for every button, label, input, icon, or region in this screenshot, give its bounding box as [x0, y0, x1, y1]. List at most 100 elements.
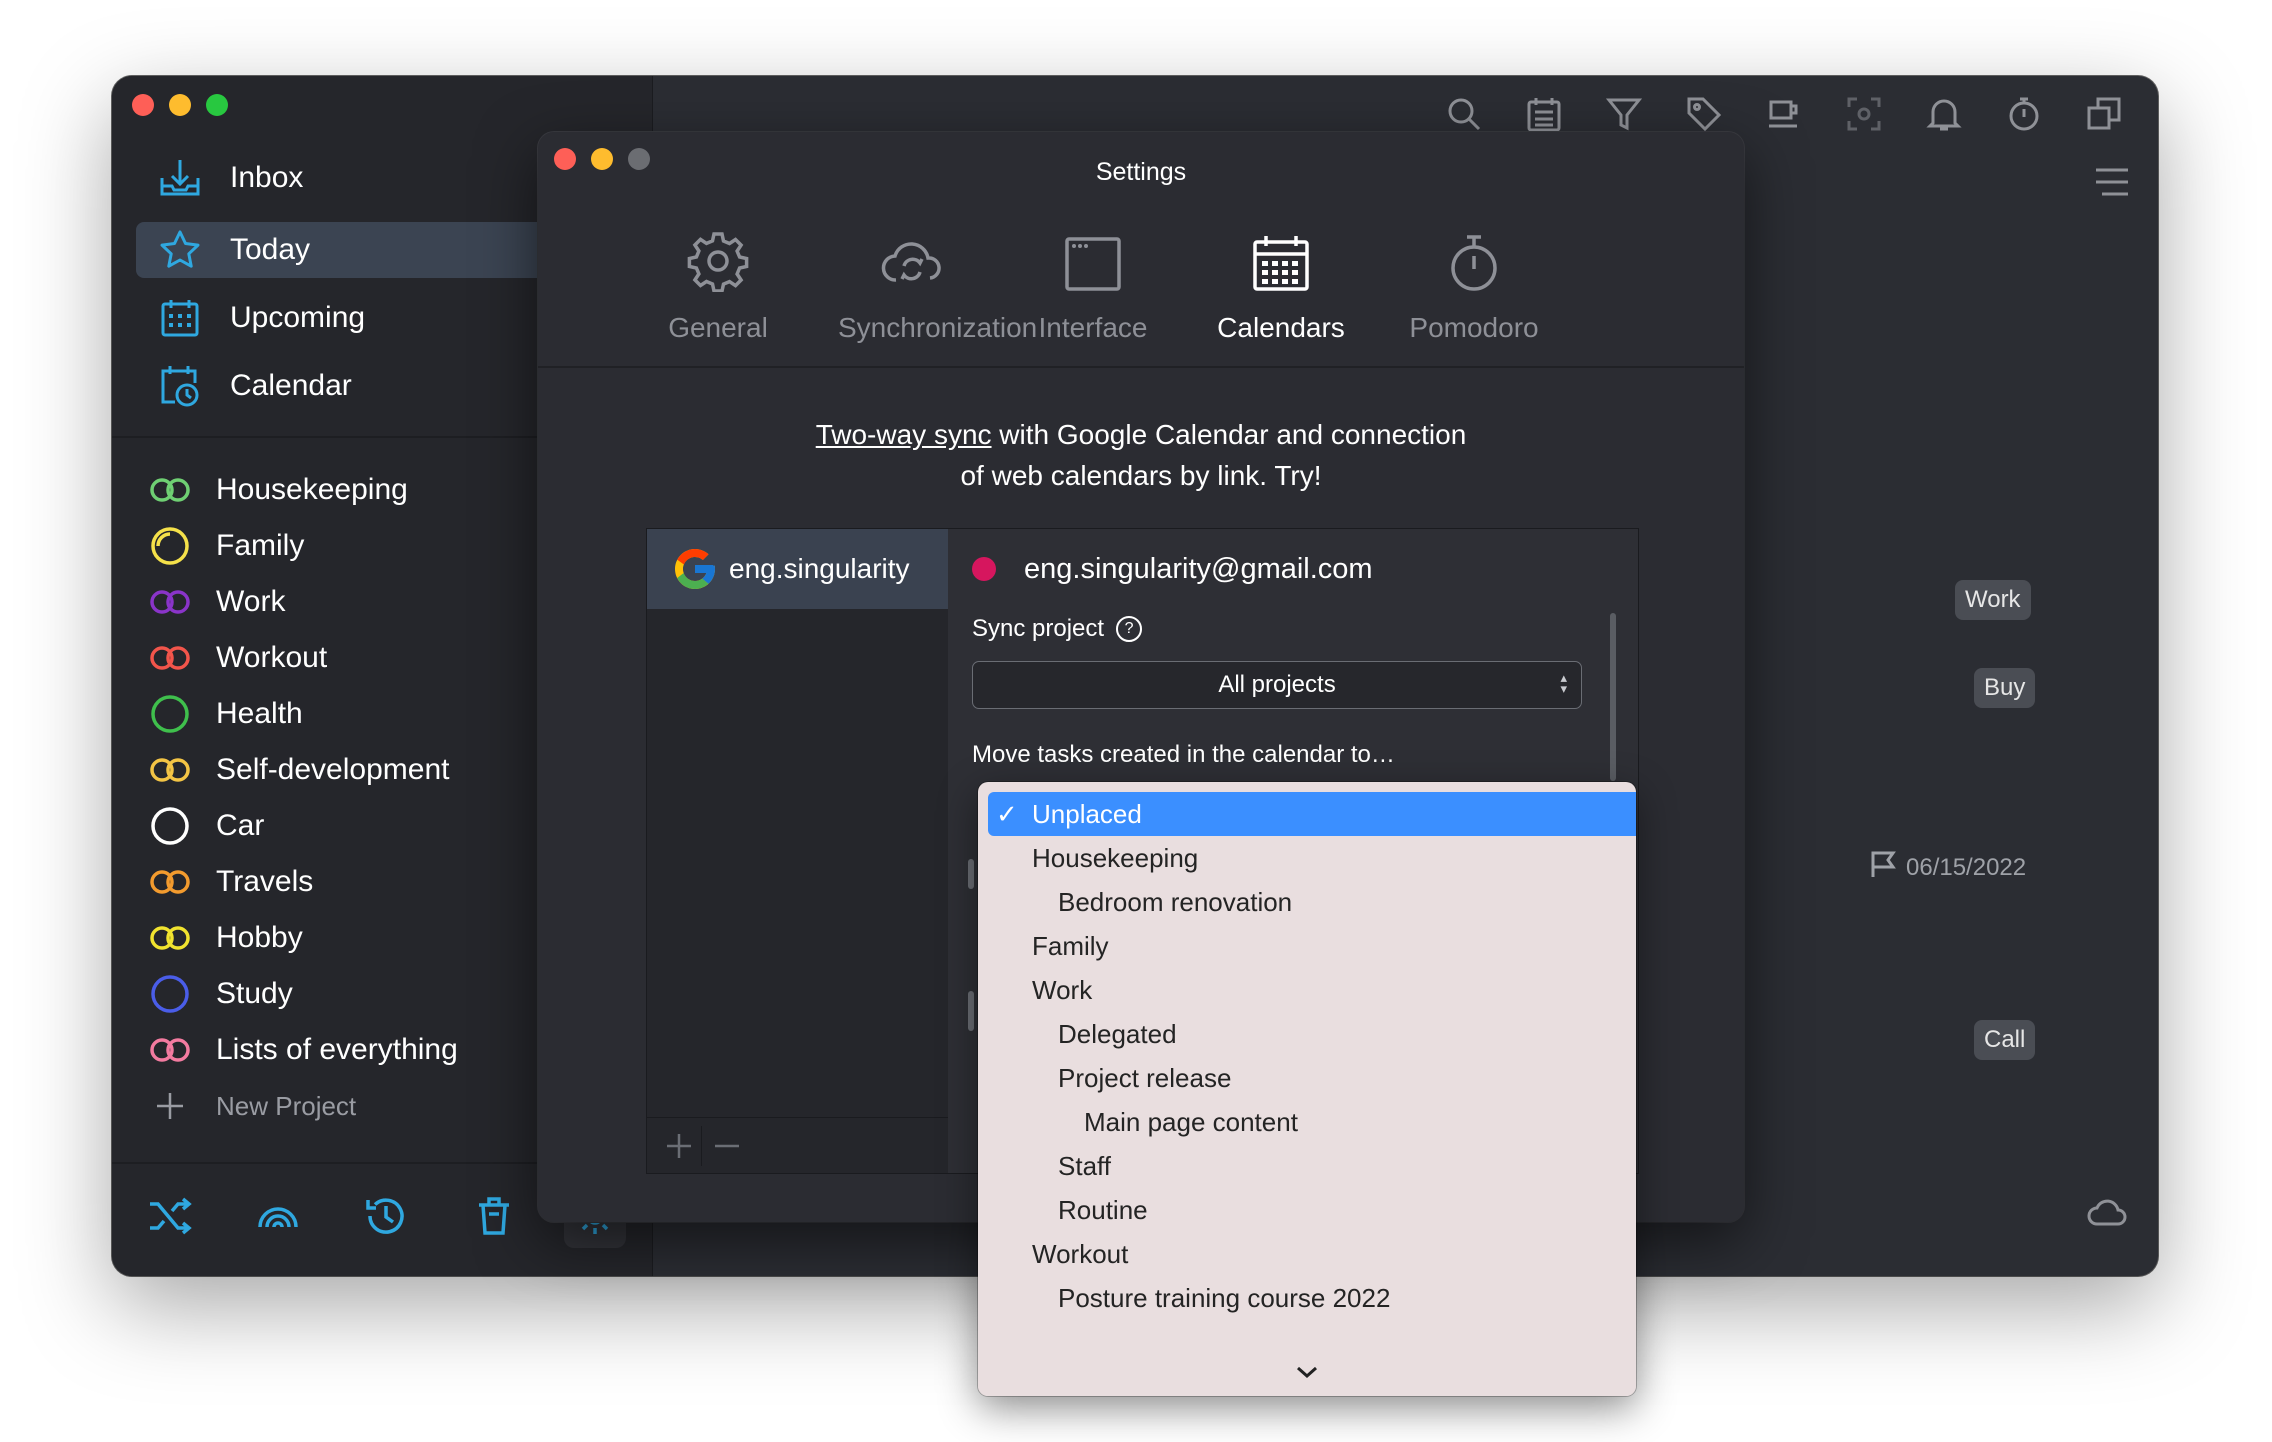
tab-synchronization[interactable]: Synchronization — [838, 212, 1038, 344]
settings-title: Settings — [1095, 158, 1187, 186]
project-workout[interactable]: Workout — [148, 634, 327, 682]
option-label: Housekeeping — [1032, 842, 1199, 873]
due-date: 06/15/2022 — [1870, 850, 2026, 885]
tab-calendars[interactable]: Calendars — [1206, 212, 1356, 344]
calendar-grid-icon — [158, 296, 202, 340]
project-health[interactable]: Health — [148, 690, 303, 738]
add-account-button[interactable] — [657, 1132, 701, 1160]
linked-rings-icon — [148, 468, 192, 512]
project-label: Work — [216, 585, 286, 618]
project-travels[interactable]: Travels — [148, 858, 313, 906]
dropdown-option[interactable]: Workout — [988, 1232, 1636, 1276]
star-icon — [158, 228, 202, 272]
cloud-icon[interactable] — [2086, 1190, 2130, 1234]
zoom-window-button[interactable] — [206, 94, 228, 116]
menu-icon[interactable] — [2090, 160, 2134, 204]
minimize-window-button[interactable] — [169, 94, 191, 116]
project-housekeeping[interactable]: Housekeeping — [148, 466, 408, 514]
divider — [538, 366, 1744, 368]
dropdown-option-unplaced[interactable]: ✓ Unplaced — [988, 792, 1636, 836]
tag-icon[interactable] — [1682, 92, 1726, 136]
project-study[interactable]: Study — [148, 970, 293, 1018]
hidden-control-edge — [968, 859, 974, 889]
tab-label: Synchronization — [838, 312, 1038, 343]
account-item[interactable]: eng.singularity — [647, 529, 949, 609]
dropdown-option[interactable]: Staff — [988, 1144, 1636, 1188]
search-icon[interactable] — [1442, 92, 1486, 136]
project-label: Hobby — [216, 921, 303, 954]
google-icon — [671, 545, 719, 593]
tab-label: General — [668, 312, 768, 343]
project-lists-of-everything[interactable]: Lists of everything — [148, 1026, 458, 1074]
checkmark-icon: ✓ — [996, 798, 1018, 829]
account-color-dot — [972, 557, 996, 581]
tab-general[interactable]: General — [648, 212, 788, 344]
dropdown-option[interactable]: Work — [988, 968, 1636, 1012]
stopwatch-icon[interactable] — [2002, 92, 2046, 136]
move-tasks-dropdown[interactable]: ✓ Unplaced Housekeeping Bedroom renovati… — [978, 782, 1636, 1396]
due-date-text: 06/15/2022 — [1906, 853, 2027, 881]
window-icon — [1023, 212, 1163, 292]
close-window-button[interactable] — [132, 94, 154, 116]
new-project-label: New Project — [216, 1090, 357, 1121]
duplicate-window-icon[interactable] — [2082, 92, 2126, 136]
project-label: Health — [216, 697, 303, 730]
option-label: Unplaced — [1032, 798, 1142, 829]
project-label: Car — [216, 809, 265, 842]
account-email-row: eng.singularity@gmail.com — [972, 541, 1373, 597]
gear-icon — [648, 212, 788, 292]
project-label: Travels — [216, 865, 314, 898]
dropdown-option[interactable]: Family — [988, 924, 1636, 968]
account-list-footer — [647, 1117, 949, 1174]
remove-account-button[interactable] — [702, 1132, 752, 1160]
circle-icon — [148, 692, 192, 736]
option-label: Bedroom renovation — [1058, 886, 1293, 917]
tab-pomodoro[interactable]: Pomodoro — [1404, 212, 1544, 344]
project-self-development[interactable]: Self-development — [148, 746, 449, 794]
project-family[interactable]: Family — [148, 522, 304, 570]
shuffle-icon[interactable] — [144, 1190, 196, 1242]
coffee-cup-icon[interactable] — [1762, 92, 1806, 136]
account-name: eng.singularity — [729, 553, 910, 584]
new-project-button[interactable]: New Project — [148, 1082, 356, 1130]
tag-work[interactable]: Work — [1955, 580, 2031, 620]
chevron-down-icon[interactable] — [978, 1348, 1636, 1396]
project-car[interactable]: Car — [148, 802, 264, 850]
tag-call[interactable]: Call — [1974, 1020, 2036, 1060]
select-arrows-icon: ▴ ▾ — [1560, 670, 1567, 696]
project-label: Study — [216, 977, 293, 1010]
dropdown-option[interactable]: Delegated — [988, 1012, 1636, 1056]
project-hobby[interactable]: Hobby — [148, 914, 303, 962]
tab-label: Pomodoro — [1409, 312, 1539, 343]
option-label: Staff — [1058, 1150, 1112, 1181]
sync-project-select[interactable]: All projects ▴ ▾ — [972, 661, 1582, 709]
dropdown-option[interactable]: Routine — [988, 1188, 1636, 1232]
scrollbar[interactable] — [1610, 613, 1616, 781]
filter-icon[interactable] — [1602, 92, 1646, 136]
dropdown-fade — [978, 1330, 1636, 1348]
sidebar-item-label: Today — [230, 233, 311, 266]
option-label: Work — [1032, 974, 1093, 1005]
dropdown-option[interactable]: Housekeeping — [988, 836, 1636, 880]
project-work[interactable]: Work — [148, 578, 285, 626]
calendar-icon[interactable] — [1522, 92, 1566, 136]
trash-icon[interactable] — [468, 1190, 520, 1242]
dropdown-option[interactable]: Project release — [988, 1056, 1636, 1100]
linked-rings-icon — [148, 580, 192, 624]
help-icon[interactable]: ? — [1116, 616, 1143, 642]
tab-interface[interactable]: Interface — [1023, 212, 1163, 344]
dropdown-option[interactable]: Bedroom renovation — [988, 880, 1636, 924]
two-way-sync-link[interactable]: Two-way sync — [816, 419, 992, 450]
project-label: Family — [216, 529, 305, 562]
focus-icon[interactable] — [1842, 92, 1886, 136]
tag-buy[interactable]: Buy — [1974, 668, 2036, 708]
dropdown-option[interactable]: Posture training course 2022 — [988, 1276, 1636, 1320]
history-icon[interactable] — [360, 1190, 412, 1242]
inbox-icon — [158, 156, 202, 200]
rainbow-icon[interactable] — [252, 1190, 304, 1242]
linked-rings-icon — [148, 748, 192, 792]
bell-icon[interactable] — [1922, 92, 1966, 136]
dropdown-option[interactable]: Main page content — [988, 1100, 1636, 1144]
sidebar-item-label: Upcoming — [230, 301, 366, 334]
linked-rings-icon — [148, 916, 192, 960]
